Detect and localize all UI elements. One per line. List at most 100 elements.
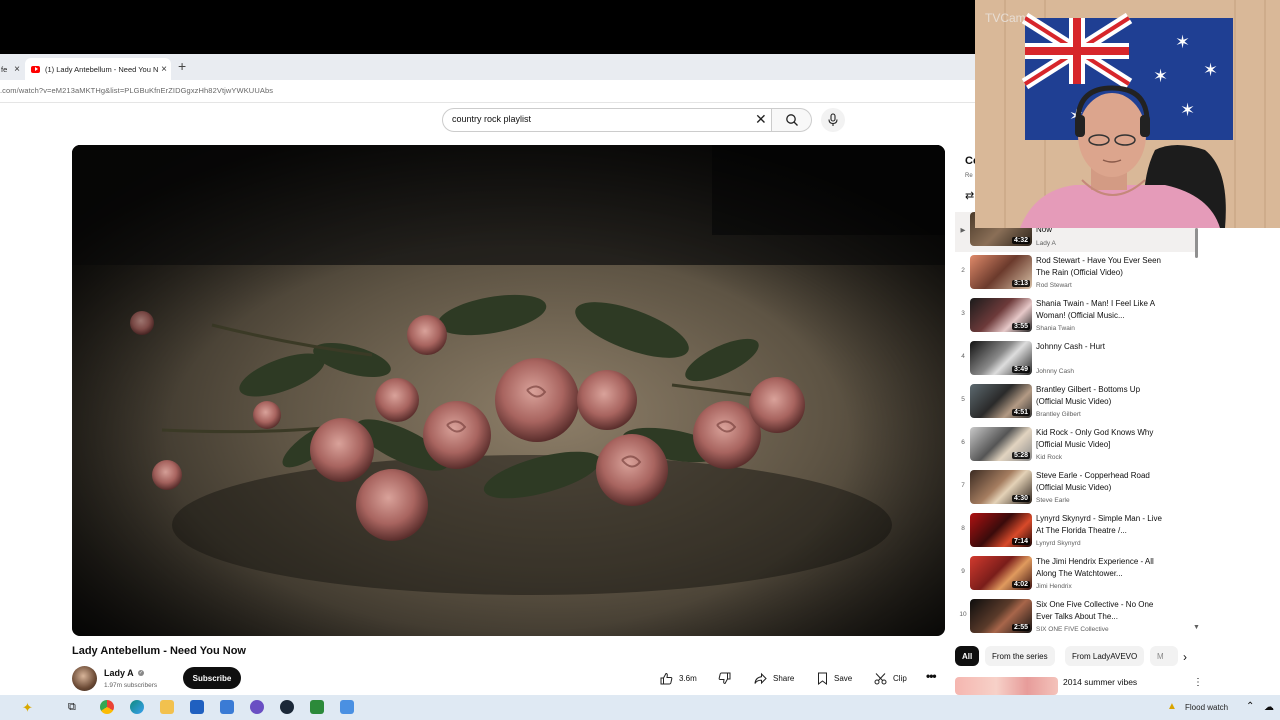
playlist-item-title[interactable]: Shania Twain - Man! I Feel Like A Woman!… <box>1036 298 1164 322</box>
playlist-index: 6 <box>961 439 965 446</box>
playlist-item[interactable]: 9 4:02 The Jimi Hendrix Experience - All… <box>957 556 1197 599</box>
recommendation-title[interactable]: 2014 summer vibes <box>1063 677 1137 687</box>
scroll-down-icon[interactable]: ▼ <box>1193 624 1200 631</box>
share-icon <box>754 672 767 684</box>
loop-icon[interactable]: ⇄ <box>965 189 974 202</box>
video-thumbnail[interactable]: 2:55 <box>970 599 1032 633</box>
share-button[interactable]: Share <box>754 667 794 689</box>
more-actions-button[interactable]: ••• <box>926 669 937 683</box>
svg-text:✶: ✶ <box>1153 66 1168 87</box>
video-thumbnail[interactable]: 4:51 <box>970 384 1032 418</box>
playlist-item-title[interactable]: The Jimi Hendrix Experience - All Along … <box>1036 556 1164 580</box>
search-query-text[interactable]: country rock playlist <box>452 114 531 124</box>
store-icon[interactable] <box>190 700 204 714</box>
chevron-up-icon[interactable]: ⌃ <box>1246 701 1254 712</box>
url-text[interactable]: .com/watch?v=eM213aMKTHg&list=PLGBuKfnEr… <box>0 86 273 95</box>
clip-button[interactable]: Clip <box>874 667 907 689</box>
playlist-item-title[interactable]: Brantley Gilbert - Bottoms Up (Official … <box>1036 384 1164 408</box>
search-icon <box>785 114 798 126</box>
share-label: Share <box>773 673 795 683</box>
app-icon-4[interactable] <box>340 700 354 714</box>
video-player[interactable] <box>72 145 945 636</box>
chrome-icon[interactable] <box>100 700 114 714</box>
channel-avatar[interactable] <box>72 666 97 691</box>
playlist-item-title[interactable]: Six One Five Collective - No One Ever Ta… <box>1036 599 1164 623</box>
save-button[interactable]: Save <box>817 667 852 689</box>
chip-more[interactable]: M <box>1150 646 1178 666</box>
video-thumbnail[interactable]: 3:49 <box>970 341 1032 375</box>
subscribe-button[interactable]: Subscribe <box>183 667 241 689</box>
duration-badge: 4:02 <box>1011 581 1030 588</box>
video-thumbnail[interactable]: 4:30 <box>970 470 1032 504</box>
now-playing-icon: ▶ <box>960 227 966 234</box>
video-thumbnail[interactable]: 5:28 <box>970 427 1032 461</box>
close-icon[interactable]: × <box>161 64 167 75</box>
edge-icon[interactable] <box>130 700 144 714</box>
video-thumbnail[interactable]: 3:13 <box>970 255 1032 289</box>
video-thumbnail[interactable]: 3:55 <box>970 298 1032 332</box>
playlist-item[interactable]: 2 3:13 Rod Stewart - Have You Ever Seen … <box>957 255 1197 298</box>
playlist-item[interactable]: 3 3:55 Shania Twain - Man! I Feel Like A… <box>957 298 1197 341</box>
cloud-icon[interactable]: ☁ <box>1264 702 1274 713</box>
duration-badge: 5:28 <box>1011 452 1030 459</box>
warning-icon[interactable]: ▲ <box>1167 701 1177 712</box>
playlist-item[interactable]: 7 4:30 Steve Earle - Copperhead Road (Of… <box>957 470 1197 513</box>
playlist-item[interactable]: 6 5:28 Kid Rock - Only God Knows Why [Of… <box>957 427 1197 470</box>
playlist-scrollbar[interactable] <box>1195 228 1198 258</box>
chip-from-ladyavevo[interactable]: From LadyAVEVO <box>1065 646 1145 666</box>
chevron-right-icon[interactable]: › <box>1183 650 1187 664</box>
copilot-sparkle-icon[interactable]: ✦ <box>22 700 33 716</box>
playlist-item[interactable]: 4 3:49 Johnny Cash - Hurt Johnny Cash <box>957 341 1197 384</box>
app-icon-3[interactable] <box>310 700 324 714</box>
playlist-item-title[interactable]: Johnny Cash - Hurt <box>1036 341 1164 353</box>
playlist-index: 3 <box>961 310 965 317</box>
playlist-item-title[interactable]: Steve Earle - Copperhead Road (Official … <box>1036 470 1164 494</box>
clear-search-icon[interactable]: ✕ <box>755 111 767 128</box>
playlist-item-artist: Jimi Hendrix <box>1036 583 1072 590</box>
channel-name[interactable]: Lady A <box>104 668 134 678</box>
playlist-item-artist: Steve Earle <box>1036 497 1070 504</box>
playlist-index: 4 <box>961 353 965 360</box>
file-explorer-icon[interactable] <box>160 700 174 714</box>
duration-badge: 4:30 <box>1011 495 1030 502</box>
thumbs-down-icon <box>718 672 731 684</box>
task-view-icon[interactable]: ⧉ <box>68 701 76 714</box>
playlist-item-artist: Brantley Gilbert <box>1036 411 1081 418</box>
playlist-item-artist: Rod Stewart <box>1036 282 1072 289</box>
playlist-item[interactable]: 10 2:55 Six One Five Collective - No One… <box>957 599 1197 642</box>
chip-from-the-series[interactable]: From the series <box>985 646 1055 666</box>
subscriber-count: 1.97m subscribers <box>104 682 158 689</box>
save-label: Save <box>834 673 853 683</box>
new-tab-button[interactable]: + <box>178 58 186 74</box>
video-thumbnail[interactable]: 7:14 <box>970 513 1032 547</box>
tab-label: fe <box>1 64 8 74</box>
like-button[interactable]: 3.6m <box>660 667 697 689</box>
recommendation-thumbnail[interactable] <box>955 677 1058 695</box>
svg-text:✶: ✶ <box>1180 100 1195 121</box>
playlist-item-title[interactable]: Rod Stewart - Have You Ever Seen The Rai… <box>1036 255 1164 279</box>
app-icon-2[interactable] <box>250 700 264 714</box>
playlist-index: 8 <box>961 525 965 532</box>
close-icon[interactable]: × <box>14 64 20 75</box>
browser-tab-active[interactable]: (1) Lady Antebellum - Need You N × <box>25 58 171 80</box>
app-icon[interactable] <box>220 700 234 714</box>
tab-label: (1) Lady Antebellum - Need You N <box>45 64 159 74</box>
weather-status[interactable]: Flood watch <box>1185 703 1228 712</box>
playlist-item-title[interactable]: Kid Rock - Only God Knows Why [Official … <box>1036 427 1164 451</box>
playlist-item-artist: SIX ONE FIVE Collective <box>1036 626 1109 633</box>
playlist-item-title[interactable]: Lynyrd Skynyrd - Simple Man - Live At Th… <box>1036 513 1164 537</box>
video-thumbnail[interactable]: 4:02 <box>970 556 1032 590</box>
chip-all[interactable]: All <box>955 646 980 666</box>
steam-icon[interactable] <box>280 700 294 714</box>
voice-search-button[interactable] <box>821 108 845 132</box>
browser-tab-strip: fe × (1) Lady Antebellum - Need You N × … <box>0 54 975 80</box>
playlist-item[interactable]: 5 4:51 Brantley Gilbert - Bottoms Up (Of… <box>957 384 1197 427</box>
microphone-icon <box>828 113 838 126</box>
playlist-item[interactable]: 8 7:14 Lynyrd Skynyrd - Simple Man - Liv… <box>957 513 1197 556</box>
browser-tab-previous[interactable]: fe × <box>0 58 24 80</box>
more-options-icon[interactable]: ⋮ <box>1193 677 1203 688</box>
search-button[interactable] <box>772 108 812 132</box>
dislike-button[interactable] <box>718 667 731 689</box>
bookmark-icon <box>818 672 827 685</box>
like-count: 3.6m <box>679 673 697 683</box>
